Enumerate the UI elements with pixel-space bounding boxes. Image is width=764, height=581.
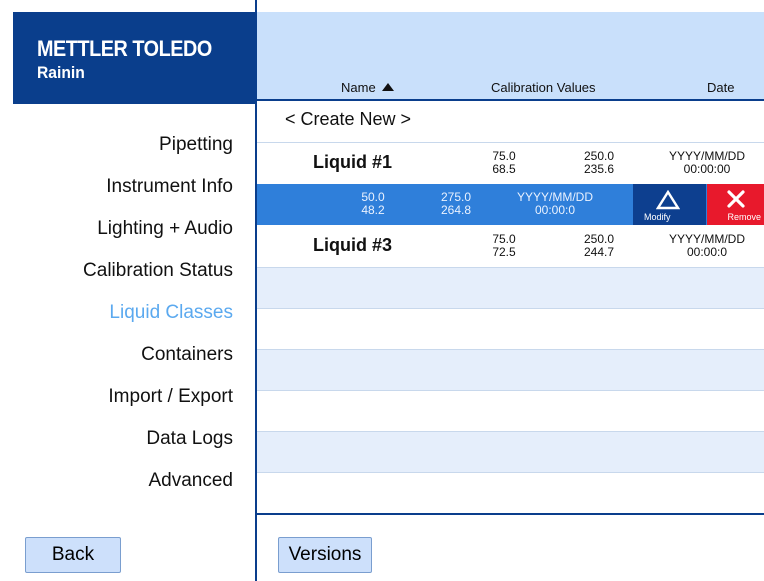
triangle-icon bbox=[656, 190, 680, 210]
menu-item-pipetting[interactable]: Pipetting bbox=[0, 124, 233, 166]
empty-row bbox=[257, 431, 764, 472]
brand-name: METTLER TOLEDO bbox=[37, 36, 212, 61]
menu-item-advanced[interactable]: Advanced bbox=[0, 460, 233, 502]
menu-item-data-logs[interactable]: Data Logs bbox=[0, 418, 233, 460]
table-header: Name Calibration Values Date bbox=[257, 12, 764, 99]
table-row-selected[interactable]: 50.0 48.2 275.0 264.8 YYYY/MM/DD 00:00:0… bbox=[257, 184, 764, 225]
brand-subname: Rainin bbox=[37, 63, 85, 82]
time-value: 00:00:0 bbox=[686, 245, 728, 259]
menu-item-import-export[interactable]: Import / Export bbox=[0, 376, 233, 418]
menu-item-liquid-classes[interactable]: Liquid Classes bbox=[0, 292, 233, 334]
remove-button[interactable]: Remove bbox=[707, 184, 764, 225]
table-row[interactable]: Liquid #1 75.0 68.5 250.0 235.6 YYYY/MM/… bbox=[257, 142, 764, 183]
column-name-label: Name bbox=[341, 80, 376, 95]
liquid-name: Liquid #1 bbox=[313, 152, 393, 172]
menu-item-calibration-status[interactable]: Calibration Status bbox=[0, 250, 233, 292]
create-new-label: < Create New > bbox=[285, 109, 412, 129]
cal-value: 72.5 bbox=[492, 245, 516, 259]
versions-button[interactable]: Versions bbox=[278, 537, 372, 573]
menu-item-lighting-audio[interactable]: Lighting + Audio bbox=[0, 208, 233, 250]
table-bottom-divider bbox=[257, 513, 764, 515]
modify-label: Modify bbox=[644, 212, 671, 222]
empty-row bbox=[257, 390, 764, 431]
column-header-date: Date bbox=[707, 80, 735, 95]
sidebar: METTLER TOLEDO Rainin Pipetting Instrume… bbox=[0, 0, 256, 581]
empty-row bbox=[257, 308, 764, 349]
back-button[interactable]: Back bbox=[25, 537, 121, 573]
brand-logo: METTLER TOLEDO Rainin bbox=[13, 12, 255, 104]
cal-value: 235.6 bbox=[583, 162, 615, 176]
liquid-name: Liquid #3 bbox=[313, 235, 393, 255]
create-new-row[interactable]: < Create New > bbox=[257, 101, 764, 141]
time-value: 00:00:00 bbox=[683, 162, 731, 176]
empty-row bbox=[257, 267, 764, 308]
menu-item-instrument-info[interactable]: Instrument Info bbox=[0, 166, 233, 208]
remove-label: Remove bbox=[727, 212, 761, 222]
menu-item-containers[interactable]: Containers bbox=[0, 334, 233, 376]
empty-row bbox=[257, 349, 764, 390]
cal-value: 68.5 bbox=[492, 162, 516, 176]
column-header-name[interactable]: Name bbox=[341, 80, 394, 95]
sort-ascending-icon bbox=[381, 83, 394, 91]
column-header-calibration: Calibration Values bbox=[491, 80, 596, 95]
table-row[interactable]: Liquid #3 75.0 72.5 250.0 244.7 YYYY/MM/… bbox=[257, 226, 764, 267]
modify-button[interactable]: Modify bbox=[633, 184, 706, 225]
settings-menu: Pipetting Instrument Info Lighting + Aud… bbox=[0, 124, 233, 502]
cal-value: 264.8 bbox=[440, 203, 472, 217]
cal-value: 48.2 bbox=[361, 203, 385, 217]
cal-value: 244.7 bbox=[583, 245, 615, 259]
time-value: 00:00:0 bbox=[534, 203, 576, 217]
x-icon bbox=[727, 190, 745, 208]
empty-row bbox=[257, 472, 764, 513]
